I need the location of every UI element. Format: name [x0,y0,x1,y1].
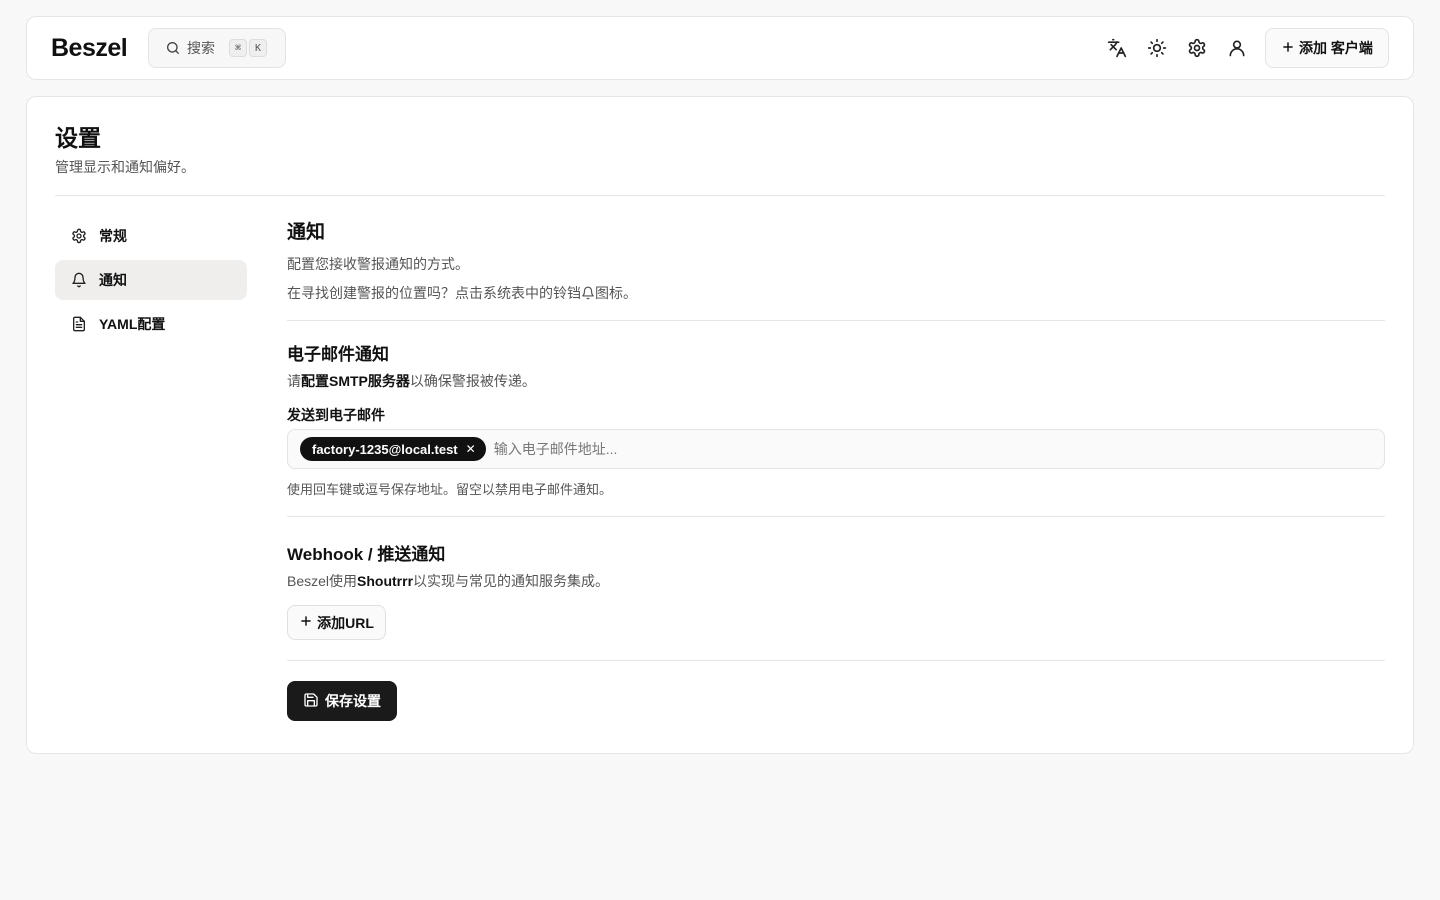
save-settings-button[interactable]: 保存设置 [287,681,397,721]
search-label: 搜索 [187,40,215,56]
translate-icon[interactable] [1107,38,1127,58]
sidebar-item-label: YAML配置 [99,316,166,332]
close-icon[interactable]: ✕ [466,442,476,456]
section-divider [287,660,1385,661]
email-chip: factory-1235@local.test ✕ [300,437,486,461]
email-desc-end: 以确保警报被传递。 [409,373,536,389]
webhook-section-description: Beszel使用Shoutrrr以实现与常见的通知服务集成。 [287,571,609,591]
webhook-desc-end: 以实现与常见的通知服务集成。 [413,573,610,589]
shortcut-cmd-key: ⌘ [229,39,247,57]
save-icon [303,692,319,711]
top-navbar: Beszel 搜索 ⌘ K 添加 客户端 [26,16,1414,80]
alert-location-hint: 在寻找创建警报的位置吗？点击系统表中的铃铛 图标。 [287,283,637,303]
search-button[interactable]: 搜索 ⌘ K [148,28,286,68]
sidebar-item-yaml[interactable]: YAML配置 [55,304,247,344]
shortcut-k-key: K [249,39,267,57]
add-url-label: 添加URL [317,614,374,631]
gear-icon[interactable] [1187,38,1207,58]
sidebar-item-label: 常规 [99,228,127,244]
plus-icon [299,614,313,631]
email-field-label: 发送到电子邮件 [287,407,385,423]
search-icon [165,40,181,56]
email-field-hint: 使用回车键或逗号保存地址。留空以禁用电子邮件通知。 [287,482,613,497]
add-client-label: 添加 客户端 [1299,40,1373,56]
smtp-config-link[interactable]: 配置SMTP服务器 [301,373,410,389]
bell-icon [71,272,87,288]
email-desc-start: 请 [287,373,301,389]
webhook-section-title: Webhook / 推送通知 [287,545,446,564]
user-icon[interactable] [1227,38,1247,58]
page-title: 设置 [55,125,101,151]
add-url-button[interactable]: 添加URL [287,605,386,640]
add-client-button[interactable]: 添加 客户端 [1265,28,1389,68]
file-icon [71,316,87,332]
bell-icon [581,286,595,303]
section-divider [287,516,1385,517]
sidebar-item-notifications[interactable]: 通知 [55,260,247,300]
save-settings-label: 保存设置 [325,693,381,709]
page-subtitle: 管理显示和通知偏好。 [55,159,195,175]
email-tag-input[interactable]: factory-1235@local.test ✕ [287,429,1385,469]
section-title: 通知 [287,222,326,243]
section-description: 配置您接收警报通知的方式。 [287,256,469,272]
hint-text-start: 在寻找创建警报的位置吗？点击系统表中的铃铛 [287,285,581,301]
plus-icon [1281,40,1295,57]
header-divider [55,195,1385,196]
gear-icon [71,228,87,244]
email-field[interactable] [493,441,1094,457]
hint-text-end: 图标。 [595,285,637,301]
shoutrrr-link[interactable]: Shoutrrr [357,573,413,589]
settings-card: 设置 管理显示和通知偏好。 常规 通知 YAML配置 通知 配置您接收警报通知的… [26,96,1414,754]
app-logo[interactable]: Beszel [51,34,128,62]
webhook-desc-start: Beszel使用 [287,573,358,589]
email-chip-label: factory-1235@local.test [312,441,458,457]
sidebar-item-label: 通知 [99,272,127,288]
sun-icon[interactable] [1147,38,1167,58]
email-section-title: 电子邮件通知 [287,345,389,364]
section-divider [287,320,1385,321]
email-section-description: 请配置SMTP服务器以确保警报被传递。 [287,371,536,391]
sidebar-item-general[interactable]: 常规 [55,216,247,256]
